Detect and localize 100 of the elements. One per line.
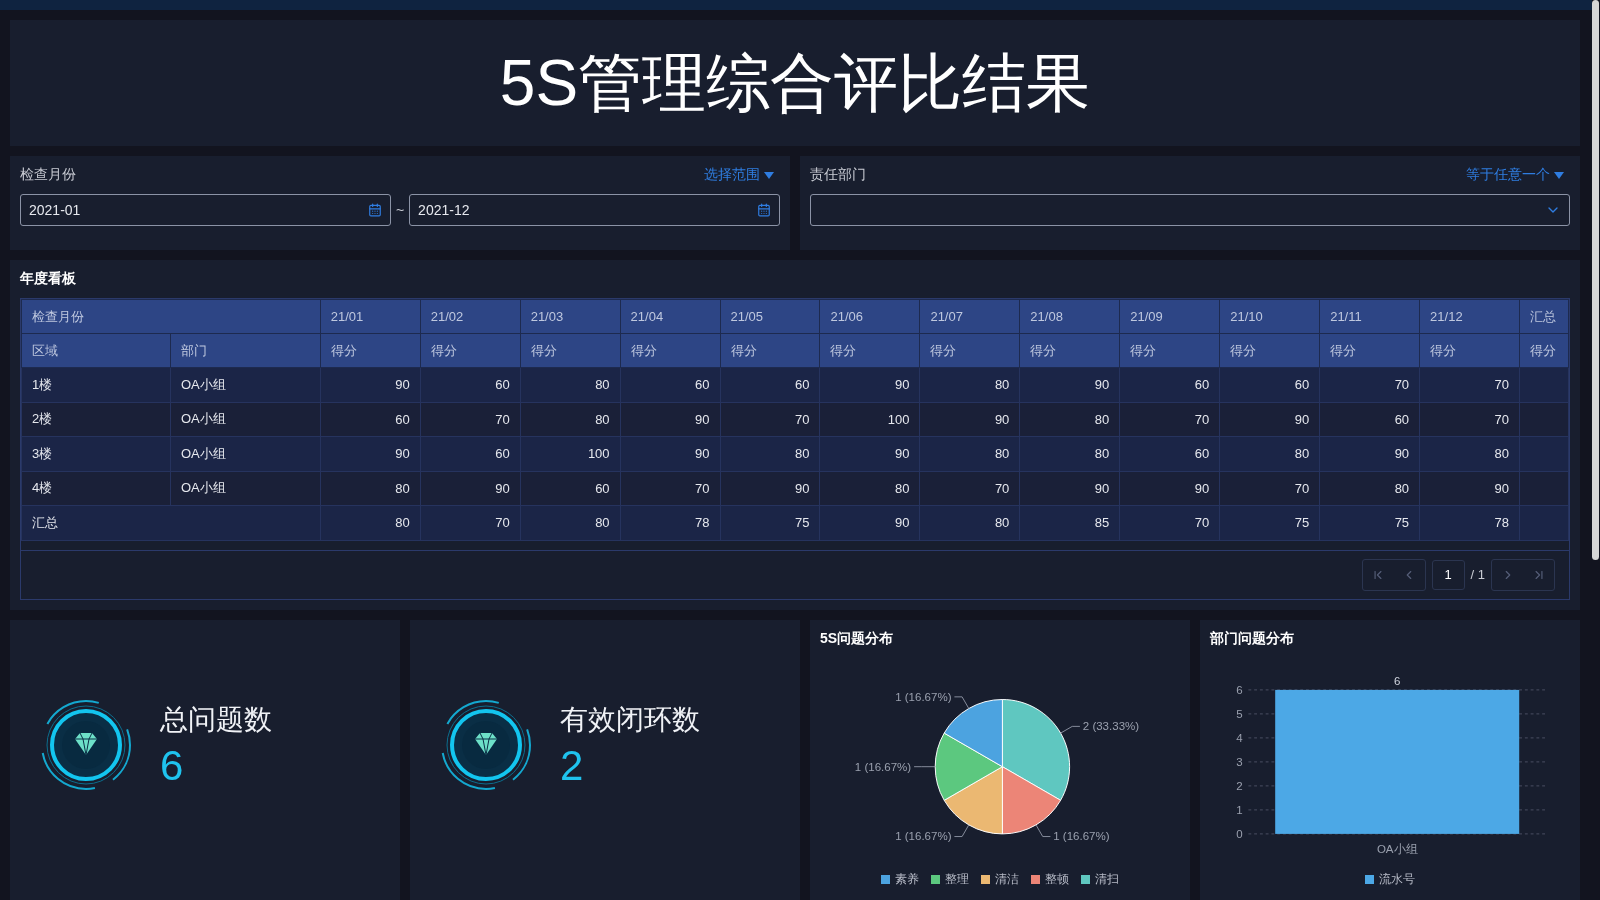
header-cell: 得分 bbox=[1319, 333, 1420, 368]
filter-mode-dropdown[interactable]: 等于任意一个 bbox=[1466, 166, 1564, 184]
header-cell: 得分 bbox=[520, 333, 621, 368]
table-cell: 100 bbox=[520, 436, 621, 471]
table-cell: 80 bbox=[919, 367, 1020, 402]
axis-tick-label: 1 bbox=[1236, 803, 1243, 816]
table-cell: 80 bbox=[1019, 402, 1120, 437]
header-cell: 得分 bbox=[720, 333, 820, 368]
header-cell: 得分 bbox=[1519, 333, 1569, 368]
leader-line bbox=[913, 766, 936, 768]
filter-label: 责任部门 bbox=[810, 166, 866, 184]
diamond-badge-icon bbox=[440, 699, 532, 791]
slice-label: 2 (33.33%) bbox=[1082, 720, 1140, 733]
filter-mode-dropdown[interactable]: 选择范围 bbox=[704, 166, 774, 184]
header-cell: 21/09 bbox=[1119, 299, 1220, 334]
leader-line bbox=[1035, 824, 1051, 837]
header-cell: 21/01 bbox=[320, 299, 421, 334]
range-separator: ~ bbox=[395, 202, 405, 218]
legend-label: 素养 bbox=[895, 871, 919, 888]
header-cell: 21/06 bbox=[819, 299, 920, 334]
table-cell: 80 bbox=[520, 402, 621, 437]
table-cell: 100 bbox=[819, 402, 920, 437]
header-cell: 21/04 bbox=[620, 299, 721, 334]
table-cell: 90 bbox=[819, 436, 920, 471]
table-cell: OA小组 bbox=[170, 471, 321, 506]
table-cell: 90 bbox=[320, 436, 421, 471]
table-cell: 70 bbox=[1419, 367, 1520, 402]
table-cell: 75 bbox=[1319, 505, 1420, 540]
header-cell: 21/02 bbox=[420, 299, 521, 334]
header-cell: 得分 bbox=[1419, 333, 1520, 368]
legend-swatch bbox=[931, 875, 940, 884]
slice-label: 1 (16.67%) bbox=[1053, 830, 1110, 843]
table-cell: 80 bbox=[720, 436, 820, 471]
table-cell: 90 bbox=[1019, 367, 1120, 402]
table-cell: 70 bbox=[620, 471, 721, 506]
calendar-icon bbox=[367, 203, 382, 217]
table-cell: 2楼 bbox=[21, 402, 171, 437]
header-cell: 汇总 bbox=[1519, 299, 1569, 334]
axis-tick-label: 4 bbox=[1236, 731, 1243, 744]
stat-value: 2 bbox=[560, 742, 585, 790]
table-cell: 4楼 bbox=[21, 471, 171, 506]
legend-swatch bbox=[1031, 875, 1040, 884]
table-cell: 80 bbox=[520, 505, 621, 540]
caret-icon bbox=[764, 171, 774, 179]
calendar-icon bbox=[757, 203, 771, 217]
table-cell: 80 bbox=[819, 471, 920, 506]
header-cell: 21/05 bbox=[720, 299, 820, 334]
table-cell: 80 bbox=[1419, 436, 1520, 471]
legend-swatch bbox=[881, 875, 890, 884]
page-input[interactable]: 1 bbox=[1431, 559, 1465, 590]
table-cell: 90 bbox=[1319, 436, 1420, 471]
table-cell: 90 bbox=[720, 471, 820, 506]
caret-icon bbox=[1554, 171, 1564, 179]
header-cell: 21/08 bbox=[1019, 299, 1120, 334]
table-cell: 70 bbox=[1419, 402, 1520, 437]
table-cell: 70 bbox=[1119, 505, 1220, 540]
table-cell: 90 bbox=[919, 402, 1020, 437]
legend-label: 清扫 bbox=[1095, 871, 1119, 888]
legend-swatch bbox=[1365, 875, 1374, 884]
table-cell: 80 bbox=[520, 367, 621, 402]
date-field[interactable]: 2021-01 bbox=[20, 194, 391, 226]
table-cell: 78 bbox=[1419, 505, 1520, 540]
table-cell: 60 bbox=[520, 471, 621, 506]
table-cell: 60 bbox=[420, 367, 521, 402]
header-cell: 得分 bbox=[1119, 333, 1220, 368]
table-cell: 60 bbox=[720, 367, 820, 402]
leader-line bbox=[953, 824, 970, 837]
legend-label: 整顿 bbox=[1045, 871, 1069, 888]
slice-label: 1 (16.67%) bbox=[895, 830, 952, 843]
table-cell: 75 bbox=[720, 505, 820, 540]
scrollbar-thumb[interactable] bbox=[1592, 0, 1599, 560]
table-cell: 90 bbox=[1119, 471, 1220, 506]
table-cell: 60 bbox=[320, 402, 421, 437]
diamond-badge-icon bbox=[40, 699, 132, 791]
table-cell: 90 bbox=[420, 471, 521, 506]
table-cell: 80 bbox=[1019, 436, 1120, 471]
header-cell: 21/07 bbox=[919, 299, 1020, 334]
slice-label: 1 (16.67%) bbox=[895, 690, 952, 703]
filter-label: 检查月份 bbox=[20, 166, 76, 184]
axis-tick-label: 3 bbox=[1236, 755, 1243, 768]
table-cell: 60 bbox=[1219, 367, 1320, 402]
table-cell: 70 bbox=[420, 402, 521, 437]
header-cell: 21/12 bbox=[1419, 299, 1520, 334]
stat-label: 总问题数 bbox=[160, 702, 272, 737]
header-cell: 部门 bbox=[170, 333, 321, 368]
table-cell: 90 bbox=[819, 505, 920, 540]
table-cell: 90 bbox=[620, 436, 721, 471]
table-cell: 90 bbox=[1219, 402, 1320, 437]
header-cell: 21/10 bbox=[1219, 299, 1320, 334]
select-field[interactable] bbox=[810, 194, 1570, 226]
page-total: / 1 bbox=[1470, 567, 1485, 583]
panel-title: 年度看板 bbox=[20, 270, 77, 288]
slice-label: 1 (16.67%) bbox=[854, 760, 912, 773]
header-cell: 得分 bbox=[420, 333, 521, 368]
header-cell: 得分 bbox=[1019, 333, 1120, 368]
chart-title: 部门问题分布 bbox=[1210, 630, 1295, 648]
date-field[interactable]: 2021-12 bbox=[409, 194, 780, 226]
table-cell: 70 bbox=[720, 402, 820, 437]
header-cell: 检查月份 bbox=[21, 299, 321, 334]
stat-label: 有效闭环数 bbox=[560, 702, 700, 737]
